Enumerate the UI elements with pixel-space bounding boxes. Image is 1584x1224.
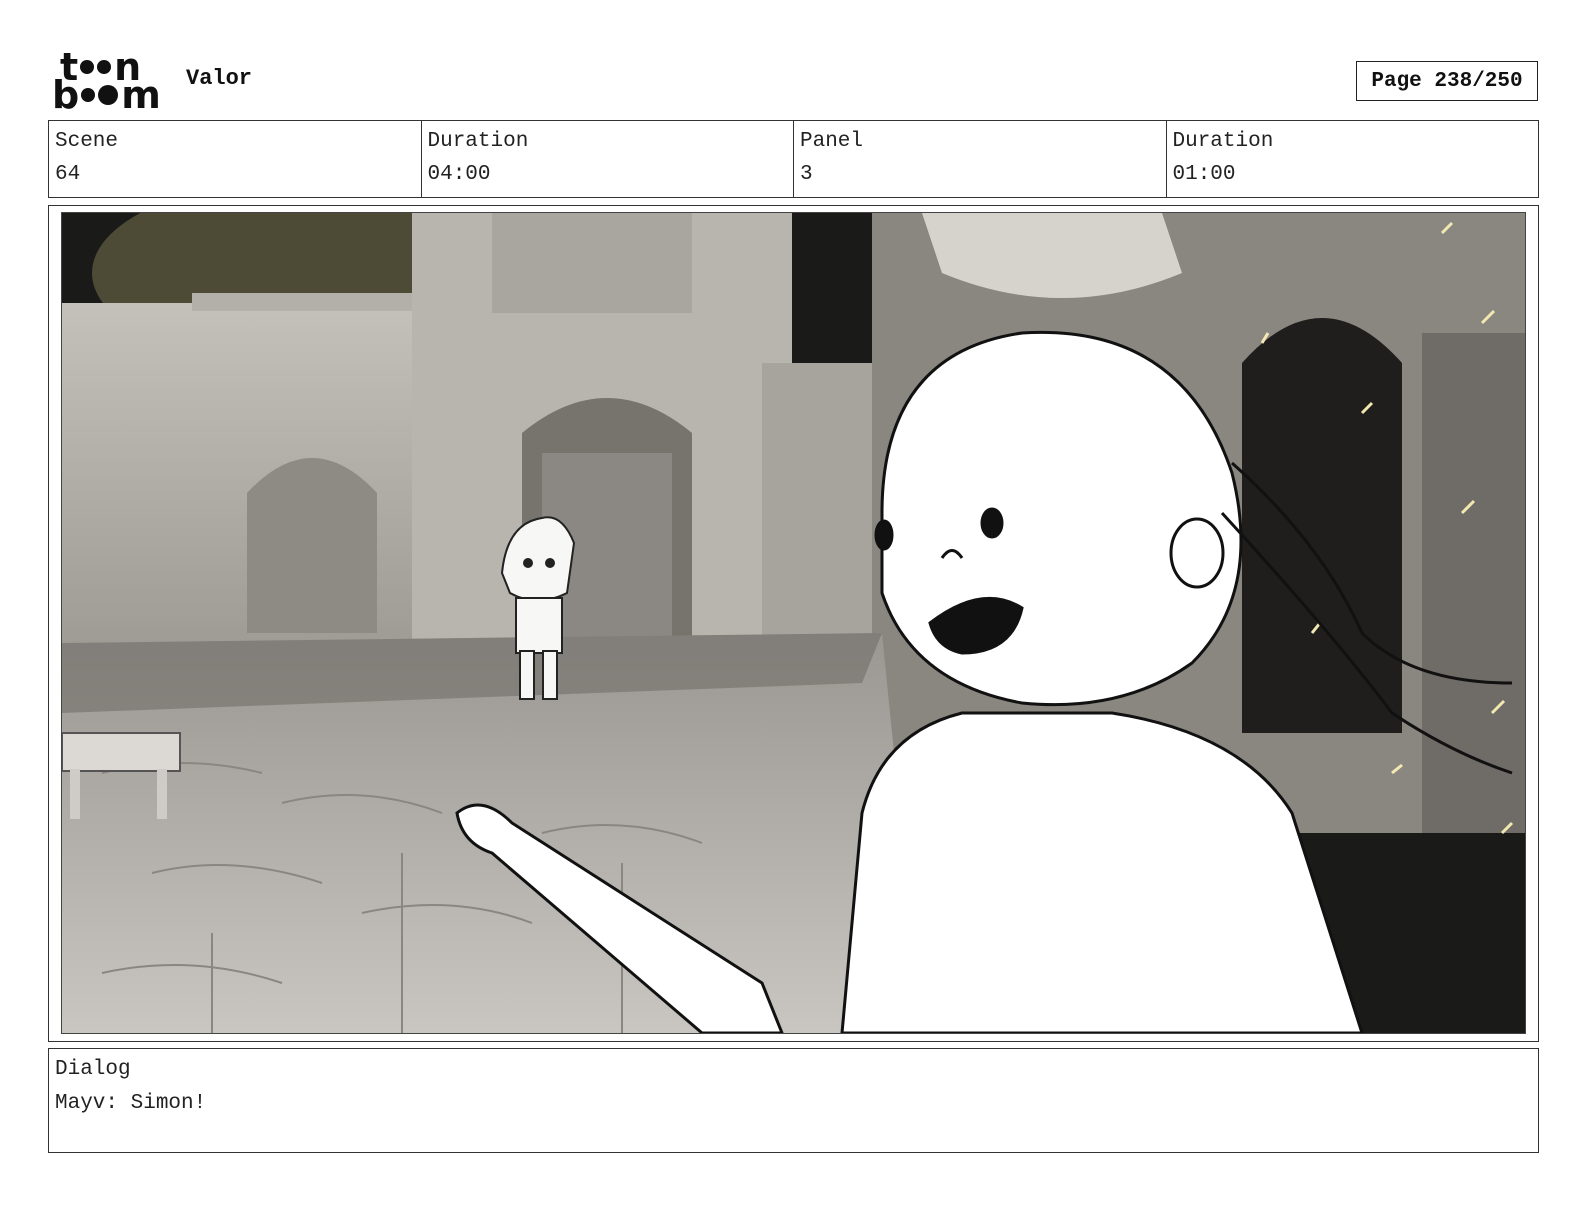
- panel-duration-value: 01:00: [1172, 163, 1236, 186]
- toon-boom-logo: t n b m: [52, 48, 164, 117]
- dialog-label: Dialog: [55, 1058, 131, 1081]
- scene-cell: Scene 64: [49, 121, 422, 197]
- dialog-box: Dialog Mayv: Simon!: [48, 1048, 1539, 1153]
- logo-dot: [80, 60, 95, 74]
- mayv-eye-right: [980, 507, 1004, 539]
- panel-label: Panel: [800, 130, 864, 153]
- logo-letter-m: m: [121, 73, 161, 117]
- right-archway: [1242, 318, 1402, 733]
- scene-duration-value: 04:00: [427, 163, 491, 186]
- bench: [62, 732, 181, 772]
- panel-cell: Panel 3: [794, 121, 1167, 197]
- logo-dot: [98, 85, 119, 105]
- logo-dot: [81, 88, 96, 102]
- logo-dot: [97, 60, 112, 74]
- scene-info-table: Scene 64 Duration 04:00 Panel 3 Duration…: [48, 120, 1539, 198]
- panel-value: 3: [800, 163, 813, 186]
- storyboard-drawing: [62, 213, 1525, 1033]
- scene-value: 64: [55, 163, 81, 186]
- panel-frame: [48, 205, 1539, 1042]
- logo-row-bottom: b m: [52, 73, 161, 117]
- page-indicator: Page 238/250: [1356, 61, 1538, 101]
- scene-label: Scene: [55, 130, 119, 153]
- panel-artwork: [61, 212, 1526, 1034]
- project-title: Valor: [186, 66, 253, 91]
- left-archway: [247, 458, 377, 633]
- dialog-text: Mayv: Simon!: [55, 1092, 207, 1115]
- mayv-ear: [1169, 517, 1225, 589]
- mayv-eye-left: [874, 519, 894, 551]
- panel-duration-cell: Duration 01:00: [1167, 121, 1539, 197]
- panel-duration-label: Duration: [1172, 130, 1274, 153]
- scene-duration-label: Duration: [427, 130, 529, 153]
- logo-letter-b: b: [52, 73, 79, 117]
- scene-duration-cell: Duration 04:00: [422, 121, 794, 197]
